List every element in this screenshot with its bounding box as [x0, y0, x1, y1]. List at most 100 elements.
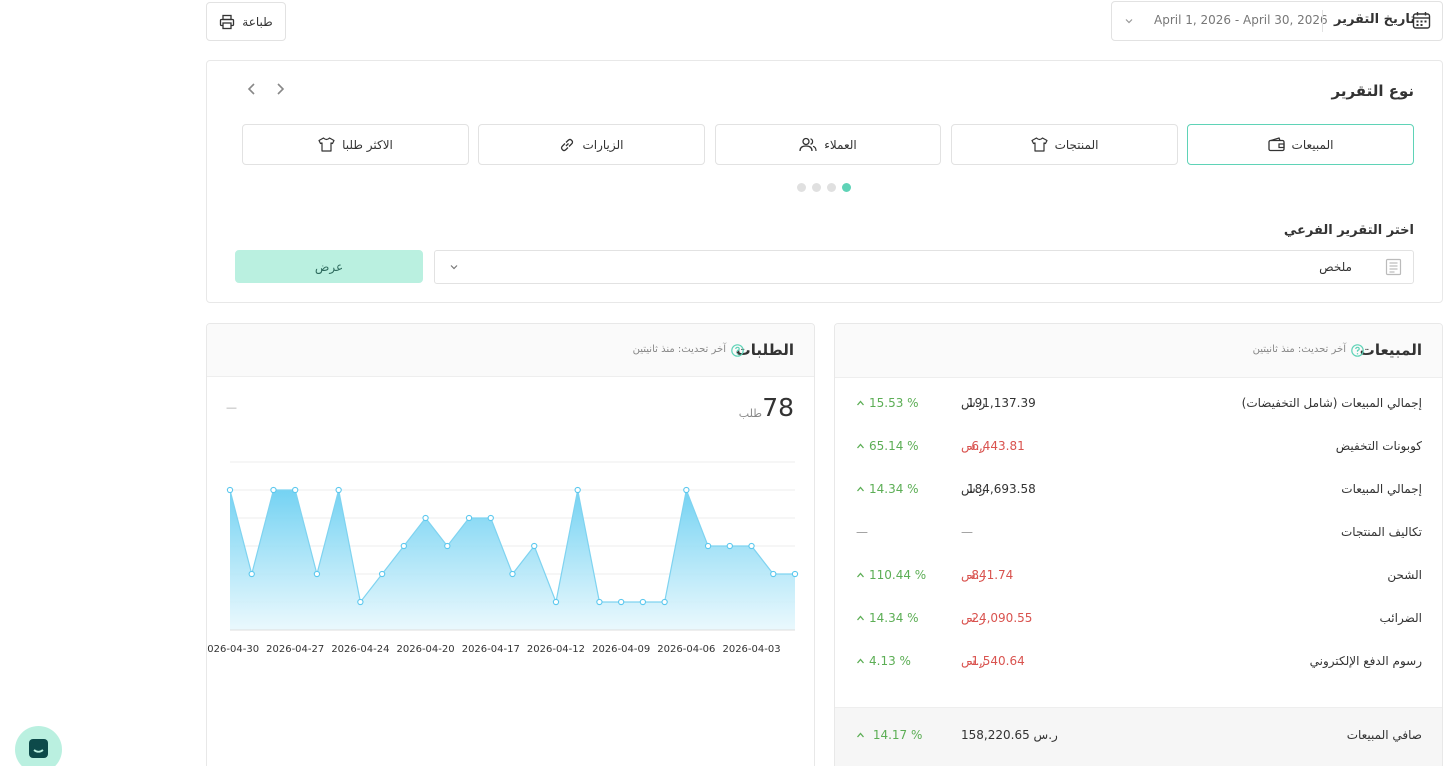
chart-point[interactable]: [444, 542, 451, 550]
sales-card-header: المبيعات آخر تحديث: منذ ثانيتين: [835, 324, 1442, 378]
help-icon[interactable]: [731, 344, 744, 357]
sales-row: كوبونات التخفيض ر.س -6,443.81 65.14 %: [835, 439, 1442, 459]
sales-row-label: الشحن: [1387, 568, 1422, 582]
carousel-dot[interactable]: [797, 183, 806, 192]
chart-point[interactable]: [748, 542, 755, 550]
sales-row-label: الضرائب: [1379, 611, 1422, 625]
chart-point[interactable]: [531, 542, 538, 550]
chart-point[interactable]: [726, 542, 733, 550]
chart-point[interactable]: [639, 598, 647, 606]
tab-customers[interactable]: العملاء: [715, 124, 941, 165]
date-range-picker[interactable]: April 1, 2026 - April 30, 2026 تاريخ الت…: [1111, 1, 1443, 41]
change-value: 110.44 %: [869, 568, 927, 582]
sales-row: تكاليف المنتجات — —: [835, 525, 1442, 545]
chart-tick-label: 2026-04-09: [592, 644, 650, 655]
subreport-select[interactable]: ملخص: [434, 250, 1414, 284]
calendar-icon: [1412, 11, 1431, 30]
chart-point[interactable]: [335, 486, 342, 494]
chart-point[interactable]: [487, 514, 494, 522]
chart-tick-label: 2026-04-30: [207, 644, 259, 655]
sales-row: الشحن ر.س -841.74 110.44 %: [835, 568, 1442, 588]
chart-point[interactable]: [400, 542, 407, 550]
carousel-dot[interactable]: [812, 183, 821, 192]
show-button[interactable]: عرض: [235, 250, 423, 283]
sales-row: إجمالي المبيعات (شامل التخفيضات) ر.س 191,1…: [835, 396, 1442, 416]
net-sales-change: 14.17 %: [856, 728, 922, 742]
help-icon[interactable]: [1351, 344, 1364, 357]
net-sales-label: صافي المبيعات: [1346, 728, 1422, 742]
tab-most-ordered-label: الاكثر طلبا: [342, 137, 393, 152]
chart-point[interactable]: [770, 570, 777, 578]
sales-row-label: تكاليف المنتجات: [1340, 525, 1422, 539]
chart-point[interactable]: [683, 486, 690, 494]
chart-tick-label: 2026-04-24: [331, 644, 389, 655]
shirt-icon: [318, 137, 335, 152]
arrow-up-icon: [856, 442, 865, 450]
tab-visits-label: الزيارات: [582, 137, 624, 152]
arrow-up-icon: [856, 399, 865, 407]
sales-row-change: 110.44 %: [856, 568, 926, 582]
chart-tick-label: 2026-04-06: [657, 644, 715, 655]
orders-card-header: الطلبات آخر تحديث: منذ ثانيتين: [207, 324, 814, 377]
chart-tick-label: 2026-04-12: [527, 644, 585, 655]
tab-products-label: المنتجات: [1054, 137, 1099, 152]
tab-visits[interactable]: الزيارات: [478, 124, 705, 165]
sales-row-change: 14.34 %: [856, 482, 919, 496]
sales-row-change: —: [856, 525, 868, 539]
chevron-left-icon[interactable]: [245, 81, 259, 97]
chart-point[interactable]: [704, 542, 712, 550]
chart-point[interactable]: [292, 486, 299, 494]
chart-point[interactable]: [226, 486, 234, 494]
chart-point[interactable]: [661, 598, 668, 606]
chart-point[interactable]: [596, 598, 603, 606]
chart-point[interactable]: [422, 514, 429, 522]
orders-unit: طلب: [738, 407, 762, 420]
chart-point[interactable]: [618, 598, 625, 606]
print-label: طباعة: [242, 14, 273, 29]
change-value: 4.13 %: [869, 654, 911, 668]
chat-icon: [28, 738, 49, 759]
chevron-down-icon: [449, 262, 459, 272]
chart-point[interactable]: [552, 598, 560, 606]
sales-row-label: إجمالي المبيعات (شامل التخفيضات): [1241, 396, 1422, 410]
wallet-icon: [1267, 137, 1285, 152]
arrow-up-icon: [856, 731, 865, 739]
chart-point[interactable]: [313, 570, 321, 578]
chart-point[interactable]: [270, 486, 277, 494]
chat-widget-button[interactable]: [15, 726, 62, 766]
chart-point[interactable]: [248, 570, 255, 578]
chart-point[interactable]: [791, 570, 799, 578]
print-button[interactable]: طباعة: [206, 2, 286, 41]
sales-row-value: —: [961, 525, 973, 539]
chart-point[interactable]: [465, 514, 473, 522]
tab-most-ordered[interactable]: الاكثر طلبا: [242, 124, 469, 165]
chart-point[interactable]: [574, 486, 581, 494]
tab-customers-label: العملاء: [824, 137, 857, 152]
amount: -1,540.64: [967, 654, 1025, 668]
document-icon: [1385, 258, 1402, 276]
report-type-title: نوع التقرير: [1331, 82, 1415, 100]
chart-tick-label: 2026-04-20: [397, 644, 455, 655]
sales-row: الضرائب ر.س -24,090.55 14.34 %: [835, 611, 1442, 631]
carousel-dot-active[interactable]: [842, 183, 851, 192]
chevron-right-icon[interactable]: [273, 81, 287, 97]
date-label: تاريخ التقرير: [1334, 12, 1416, 27]
arrow-up-icon: [856, 571, 865, 579]
chart-point[interactable]: [357, 598, 364, 606]
amount: -841.74: [967, 568, 1014, 582]
tab-products[interactable]: المنتجات: [951, 124, 1178, 165]
chart-tick-label: 2026-04-03: [722, 644, 780, 655]
tab-sales-label: المبيعات: [1291, 137, 1334, 152]
change-value: 15.53 %: [869, 396, 919, 410]
tab-sales[interactable]: المبيعات: [1187, 124, 1414, 165]
net-value: 158,220.65: [961, 728, 1030, 742]
arrow-up-icon: [856, 614, 865, 622]
sales-title: المبيعات: [1359, 341, 1422, 359]
arrow-up-icon: [856, 657, 865, 665]
chart-point[interactable]: [378, 570, 386, 578]
amount: 191,137.39: [967, 396, 1036, 410]
arrow-up-icon: [856, 485, 865, 493]
chart-point[interactable]: [509, 570, 516, 578]
printer-icon: [219, 14, 235, 30]
carousel-dot[interactable]: [827, 183, 836, 192]
